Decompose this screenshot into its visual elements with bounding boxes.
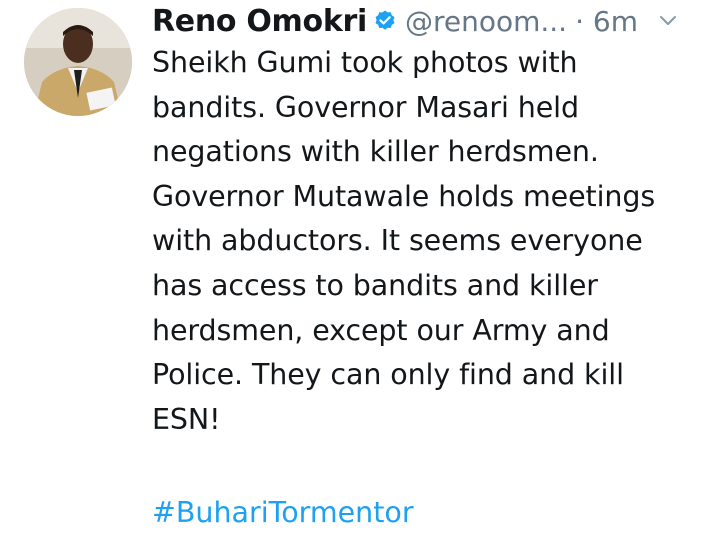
avatar[interactable] (24, 8, 132, 116)
tweet-text-line: has access to bandits and killer (152, 268, 598, 302)
chevron-down-icon[interactable] (658, 11, 678, 31)
tweet-header: Reno Omokri @renoom... · 6m (152, 0, 712, 42)
tweet-text-line: herdsmen, except our Army and (152, 313, 610, 347)
author-display-name[interactable]: Reno Omokri (152, 4, 367, 39)
tweet: Reno Omokri @renoom... · 6m Sheikh Gumi … (0, 0, 719, 533)
hashtag-link[interactable]: #BuhariTormentor (152, 491, 414, 535)
tweet-text-line: Sheikh Gumi took photos with (152, 46, 578, 79)
verified-badge-icon (373, 9, 397, 33)
tweet-text: Sheikh Gumi took photos with bandits. Go… (152, 41, 707, 442)
tweet-text-line: negations with killer herdsmen. (152, 135, 599, 169)
tweet-text-line: Police. They can only find and kill (152, 358, 624, 392)
tweet-text-line: bandits. Governor Masari held (152, 90, 579, 124)
tweet-text-line: with abductors. It seems everyone (152, 224, 643, 258)
author-handle[interactable]: @renoom... (405, 5, 567, 38)
tweet-text-line: ESN! (152, 402, 221, 436)
avatar-image (24, 8, 132, 116)
tweet-timestamp[interactable]: · 6m (575, 5, 638, 38)
tweet-text-line: Governor Mutawale holds meetings (152, 179, 656, 213)
